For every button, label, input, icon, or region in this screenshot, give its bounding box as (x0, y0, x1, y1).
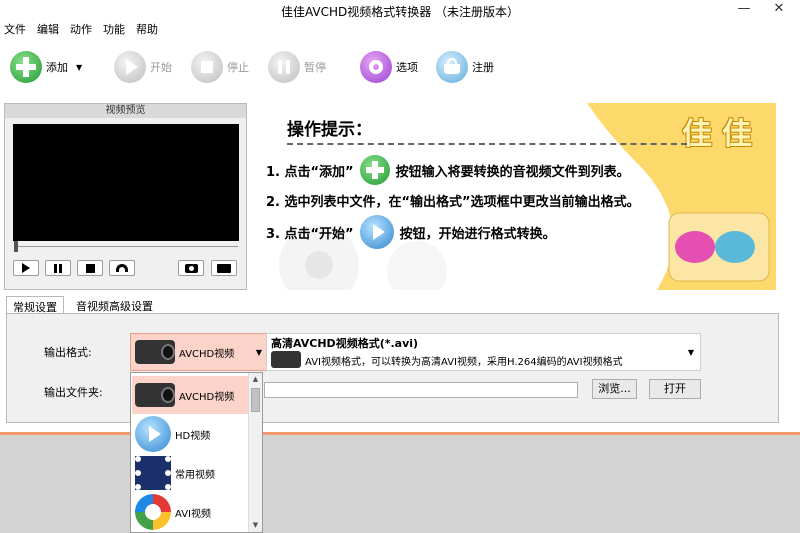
camcorder-icon (271, 351, 301, 368)
options-label: 选项 (396, 61, 418, 74)
window-title: 佳佳AVCHD视频格式转换器 （未注册版本） (280, 5, 520, 19)
settings-tabs: 常规设置 音视频高级设置 (4, 296, 780, 314)
scroll-thumb[interactable] (251, 388, 260, 412)
play-icon (359, 215, 394, 249)
stop-playback-button[interactable] (77, 260, 103, 276)
video-screen (13, 124, 239, 241)
browse-button[interactable]: 浏览... (592, 379, 637, 399)
menu-action[interactable]: 动作 (70, 21, 92, 37)
pause-button[interactable]: 暂停 (268, 50, 326, 84)
hint-step-3: 3. 点击“开始” 按钮，开始进行格式转换。 (266, 215, 556, 249)
minimize-button[interactable]: — (730, 0, 758, 20)
dropdown-item-label: 常用视频 (175, 469, 215, 481)
format-description: AVI视频格式，可以转换为高清AVI视频，采用H.264编码的AVI视频格式 (305, 357, 623, 368)
open-folder-button[interactable]: 打开 (649, 379, 701, 399)
seek-handle[interactable] (14, 241, 18, 252)
menu-bar: 文件 编辑 动作 功能 帮助 (0, 20, 800, 38)
register-label: 注册 (472, 61, 494, 74)
selected-format-label: AVCHD视频 (179, 348, 235, 360)
tab-general-settings[interactable]: 常规设置 (6, 296, 64, 314)
dropdown-item-label: AVI视频 (175, 508, 211, 520)
volume-button[interactable] (109, 260, 135, 276)
dropdown-item-avchd[interactable]: AVCHD视频 (132, 376, 249, 414)
dropdown-item-hd[interactable]: HD视频 (132, 415, 249, 453)
chevron-down-icon[interactable]: ▼ (256, 348, 262, 357)
play-icon (22, 263, 30, 273)
avi-icon (135, 494, 171, 530)
preview-caption: 视频预览 (5, 104, 246, 118)
register-button[interactable]: 注册 (436, 50, 494, 84)
chevron-down-icon[interactable]: ▼ (76, 63, 82, 72)
open-folder-button[interactable] (211, 260, 237, 276)
output-format-label: 输出格式: (44, 346, 92, 359)
status-area (0, 435, 800, 533)
camcorder-icon (135, 383, 175, 407)
seek-bar[interactable] (14, 246, 238, 247)
pause-icon (54, 263, 62, 273)
menu-file[interactable]: 文件 (4, 21, 26, 37)
dropdown-scrollbar[interactable]: ▲ ▼ (248, 373, 262, 532)
chevron-down-icon[interactable]: ▼ (688, 348, 694, 357)
pause-playback-button[interactable] (45, 260, 71, 276)
plus-icon (359, 155, 390, 185)
play-button[interactable] (13, 260, 39, 276)
folder-icon (217, 263, 231, 273)
add-button[interactable]: 添加 ▼ (10, 50, 82, 84)
menu-function[interactable]: 功能 (103, 21, 125, 37)
hint-step-2: 2. 选中列表中文件，在“输出格式”选项框中更改当前输出格式。 (266, 195, 640, 210)
hint-step-1-text-b: 按钮输入将要转换的音视频文件到列表。 (395, 164, 630, 180)
close-button[interactable]: ✕ (765, 0, 793, 20)
hint-banner: 佳佳 操作提示： 1. 点击“添加” 按钮输入将要转换的音视频文件到列表。 2.… (257, 103, 776, 290)
scroll-down-icon[interactable]: ▼ (249, 519, 262, 532)
gear-icon (360, 51, 392, 83)
camcorder-icon (135, 340, 175, 364)
snapshot-button[interactable] (178, 260, 204, 276)
pause-label: 暂停 (304, 61, 326, 74)
stop-icon (191, 51, 223, 83)
menu-edit[interactable]: 编辑 (37, 21, 59, 37)
dropdown-item-common[interactable]: 常用视频 (132, 454, 249, 492)
toolbar: 添加 ▼ 开始 停止 暂停 选项 注册 (0, 40, 800, 98)
basket-icon (436, 51, 468, 83)
stop-label: 停止 (227, 61, 249, 74)
film-strip-icon (135, 456, 171, 490)
output-format-select[interactable]: AVCHD视频 ▼ (130, 333, 267, 371)
scroll-up-icon[interactable]: ▲ (249, 373, 262, 386)
camera-icon (184, 263, 198, 273)
video-preview-panel: 视频预览 (4, 103, 247, 290)
output-folder-label: 输出文件夹: (44, 386, 103, 399)
dropdown-item-label: AVCHD视频 (179, 391, 235, 403)
hint-step-3-text-a: 3. 点击“开始” (266, 226, 354, 242)
menu-help[interactable]: 帮助 (136, 21, 158, 37)
play-icon (135, 416, 171, 452)
hint-step-3-text-b: 按钮，开始进行格式转换。 (399, 226, 556, 242)
dropdown-item-avi[interactable]: AVI视频 (132, 493, 249, 531)
start-label: 开始 (150, 61, 172, 74)
pause-icon (268, 51, 300, 83)
start-button[interactable]: 开始 (114, 50, 172, 84)
hint-step-1-text-a: 1. 点击“添加” (266, 164, 354, 180)
tab-advanced-settings[interactable]: 音视频高级设置 (70, 296, 159, 314)
headphones-icon (116, 264, 128, 272)
format-description-select[interactable]: 高清AVCHD视频格式(*.avi) AVI视频格式，可以转换为高清AVI视频，… (266, 333, 701, 371)
banner-title: 操作提示： (287, 120, 372, 140)
dropdown-item-label: HD视频 (175, 430, 211, 442)
brand-logo-text: 佳佳 (682, 117, 762, 152)
play-icon (114, 51, 146, 83)
format-dropdown-list[interactable]: AVCHD视频 HD视频 常用视频 AVI视频 ▲ ▼ (130, 372, 263, 533)
format-title: 高清AVCHD视频格式(*.avi) (271, 337, 419, 350)
plus-icon (10, 51, 42, 83)
options-button[interactable]: 选项 (360, 50, 418, 84)
output-folder-input[interactable] (264, 382, 578, 398)
stop-button[interactable]: 停止 (191, 50, 249, 84)
banner-divider (287, 143, 687, 145)
stop-icon (85, 263, 95, 273)
title-bar: 佳佳AVCHD视频格式转换器 （未注册版本） — ✕ (0, 0, 800, 20)
hint-step-1: 1. 点击“添加” 按钮输入将要转换的音视频文件到列表。 (266, 155, 630, 185)
add-label: 添加 (46, 61, 68, 74)
